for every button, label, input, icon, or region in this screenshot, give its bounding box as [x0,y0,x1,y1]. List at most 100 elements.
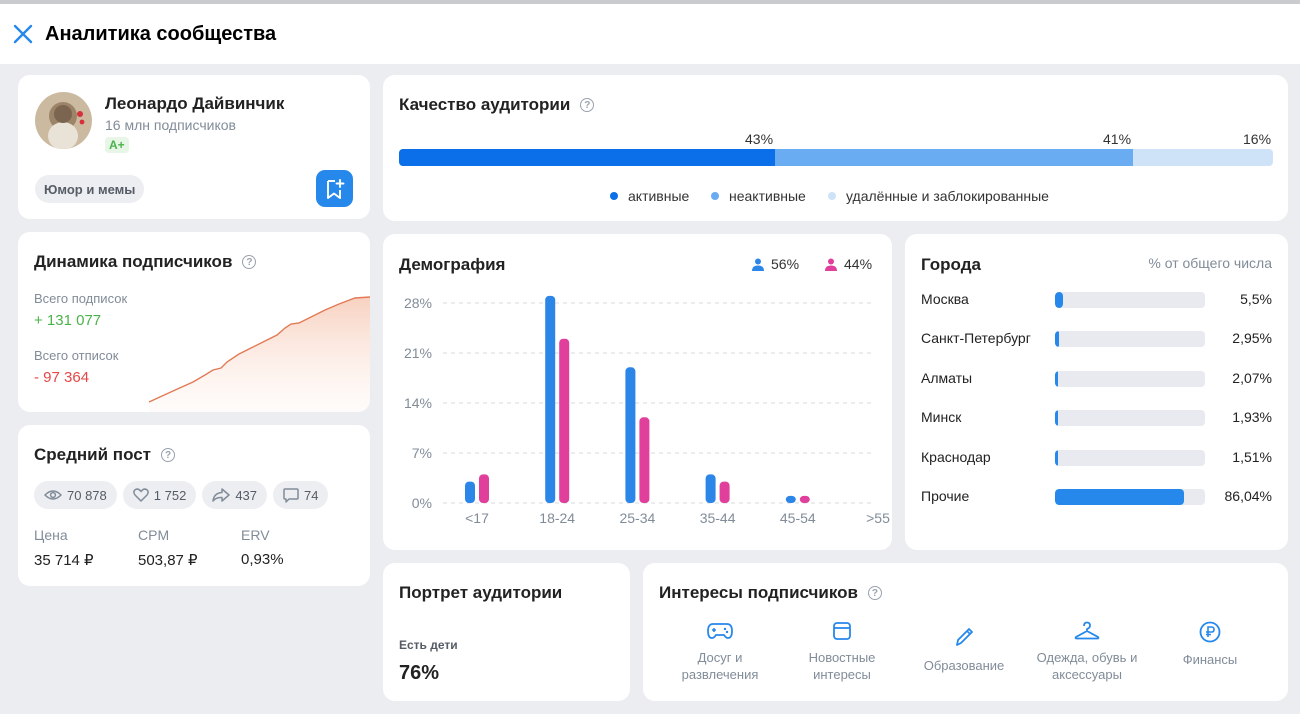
comments-stat: 74 [273,481,328,509]
legend-active-label: активные [628,188,689,204]
avatar[interactable] [35,92,92,149]
average-post-card: Средний пост ? 70 878 1 752 437 74 Цена … [18,425,370,586]
city-name: Минск [921,409,961,425]
cpm-value: 503,87 ₽ [138,551,198,569]
community-name: Леонардо Дайвинчик [105,94,284,114]
cities-title: Города [921,255,981,275]
audience-portrait-header: Портрет аудитории [399,583,562,603]
city-bar-fill [1055,331,1059,347]
rating-badge: A+ [105,137,129,153]
city-row: Москва5,5% [921,289,1272,309]
legend-active-dot [610,192,618,200]
x-tick-label: 25-34 [619,510,655,526]
active-segment [399,149,775,166]
audience-quality-card: Качество аудитории ? 43% 41% 16% активны… [383,75,1288,221]
city-row: Санкт-Петербург2,95% [921,328,1272,348]
male-user-icon [752,258,764,271]
category-tag[interactable]: Юмор и мемы [35,175,144,203]
deleted-segment [1133,149,1273,166]
views-count: 70 878 [67,488,107,503]
cpm-label: CPM [138,527,169,543]
city-bar-fill [1055,292,1063,308]
price-label: Цена [34,527,68,543]
y-tick-label: 0% [412,495,432,511]
post-stats-row: 70 878 1 752 437 74 [34,481,328,509]
city-bar-track [1055,371,1205,387]
demography-bar [465,482,475,503]
has-children-value: 76% [399,662,439,685]
city-name: Москва [921,291,969,307]
interest-clothing-label: Одежда, обувь и аксессуары [1037,650,1138,682]
city-name: Алматы [921,370,972,386]
erv-value: 0,93% [241,551,284,568]
hanger-icon [1074,621,1100,641]
city-bar-track [1055,292,1205,308]
city-percent: 2,07% [1232,370,1272,386]
legend-inactive-label: неактивные [729,188,806,204]
interest-leisure-label: Досуг и развлечения [682,650,759,682]
male-legend: 56% [752,256,799,272]
close-icon[interactable] [12,23,34,45]
add-bookmark-button[interactable] [316,170,353,207]
help-icon[interactable]: ? [161,448,175,462]
help-icon[interactable]: ? [868,586,882,600]
x-tick-label: <17 [465,510,489,526]
ruble-icon [1199,621,1221,643]
interest-education[interactable]: Образование [909,621,1019,674]
interest-leisure[interactable]: Досуг и развлечения [665,621,775,683]
city-bar-track [1055,489,1205,505]
demography-bar [625,367,635,503]
city-bar-track [1055,331,1205,347]
cities-subtitle: % от общего числа [1148,255,1272,271]
shares-stat: 437 [202,481,267,509]
city-percent: 1,51% [1232,449,1272,465]
interest-news[interactable]: Новостные интересы [787,621,897,683]
demography-bar [545,296,555,503]
interest-finance[interactable]: Финансы [1155,621,1265,668]
interest-finance-label: Финансы [1183,652,1238,667]
news-icon [832,621,852,641]
legend-deleted-dot [828,192,836,200]
subscriber-interests-title: Интересы подписчиков [659,583,858,603]
help-icon[interactable]: ? [580,98,594,112]
city-name: Краснодар [921,449,991,465]
comment-icon [283,488,299,503]
audience-quality-title: Качество аудитории [399,95,570,115]
demography-bar [720,482,730,503]
legend-inactive: неактивные [711,188,806,204]
cities-card: Города % от общего числа Москва5,5% Санкт… [905,234,1288,550]
help-icon[interactable]: ? [242,255,256,269]
demography-title: Демография [399,255,505,275]
city-percent: 2,95% [1232,330,1272,346]
interest-news-label: Новостные интересы [809,650,876,682]
page-title: Аналитика сообщества [45,23,276,46]
subscriber-dynamics-card: Динамика подписчиков ? Всего подписок + … [18,232,370,412]
deleted-percent: 16% [1243,131,1271,147]
demography-bar [479,474,489,503]
views-stat: 70 878 [34,481,117,509]
x-tick-label: >55 [866,510,890,526]
subscriber-interests-card: Интересы подписчиков ? Досуг и развлечен… [643,563,1288,701]
cities-header: Города [921,255,981,275]
demography-bar [639,417,649,503]
interest-clothing[interactable]: Одежда, обувь и аксессуары [1032,621,1142,683]
legend-deleted: удалённые и заблокированные [828,188,1049,204]
total-unsubs-label: Всего отписок [34,348,118,363]
page-header: Аналитика сообщества [0,4,1300,64]
comments-count: 74 [304,488,318,503]
x-tick-label: 35-44 [700,510,736,526]
city-percent: 86,04% [1225,488,1272,504]
likes-stat: 1 752 [123,481,197,509]
city-bar-fill [1055,450,1058,466]
demography-header: Демография [399,255,505,275]
city-percent: 1,93% [1232,409,1272,425]
demography-bar [800,496,810,503]
legend-active: активные [610,188,689,204]
has-children-label: Есть дети [399,638,458,652]
erv-label: ERV [241,527,270,543]
city-row: Алматы 2,07% [921,368,1272,388]
demography-chart: 0%7%14%21%28%<1718-2425-3435-4445-54>55 [383,284,892,534]
male-percent: 56% [771,256,799,272]
city-bar-track [1055,450,1205,466]
eye-icon [44,489,62,501]
